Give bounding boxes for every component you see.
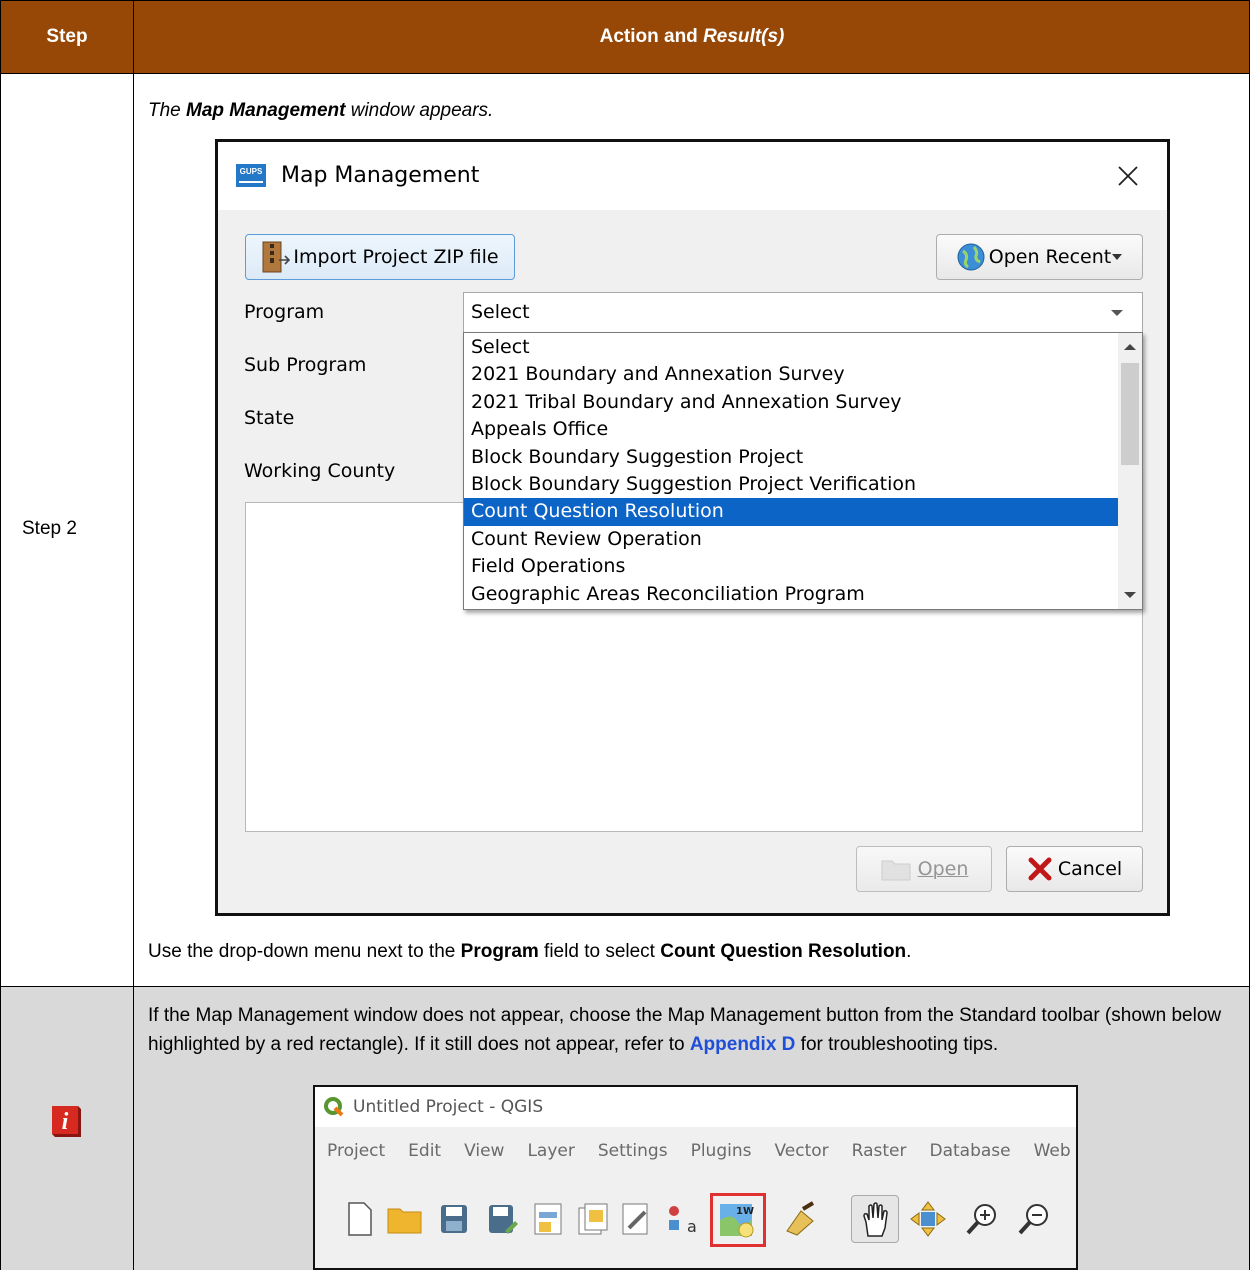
grid-line (0, 0, 1, 1270)
menu-edit[interactable]: Edit (408, 1141, 441, 1167)
sub-program-label: Sub Program (244, 354, 367, 376)
zip-archive-icon (262, 241, 291, 273)
step-instruction: Use the drop-down menu next to the Progr… (148, 941, 912, 962)
zoom-out-icon[interactable] (1017, 1201, 1053, 1237)
save-icon[interactable] (439, 1203, 469, 1235)
dropdown-option[interactable]: 2021 Boundary and Annexation Survey (464, 361, 1118, 388)
print-layout-icon[interactable] (533, 1202, 565, 1236)
header-step: Step (46, 25, 88, 47)
intro-window-name: Map Management (186, 100, 346, 121)
menu-database[interactable]: Database (929, 1141, 1010, 1167)
dropdown-scrollbar[interactable] (1118, 333, 1142, 609)
program-label: Program (244, 301, 325, 323)
dropdown-option-selected[interactable]: Count Question Resolution (464, 498, 1118, 526)
pan-to-selection-icon[interactable] (909, 1200, 947, 1238)
scroll-down-icon[interactable] (1123, 590, 1137, 600)
header-action: Action and (599, 25, 704, 47)
cancel-button[interactable]: Cancel (1006, 846, 1143, 892)
svg-text:i: i (62, 1109, 69, 1135)
open-recent-label: Open Recent (988, 246, 1112, 268)
info-icon: i (48, 1102, 82, 1138)
red-x-icon (1028, 857, 1052, 881)
dropdown-options: Select 2021 Boundary and Annexation Surv… (464, 334, 1118, 608)
program-select-value: Select (471, 301, 530, 323)
save-as-icon[interactable] (487, 1203, 519, 1235)
open-button-label: Open (917, 858, 969, 880)
program-dropdown-list[interactable]: Select 2021 Boundary and Annexation Surv… (463, 332, 1143, 610)
svg-text:1W: 1W (736, 1206, 754, 1217)
label-tool-icon[interactable]: a (665, 1202, 697, 1236)
menu-raster[interactable]: Raster (852, 1141, 907, 1167)
menu-layer[interactable]: Layer (527, 1141, 574, 1167)
step-label: Step 2 (22, 518, 77, 539)
open-folder-icon[interactable] (387, 1205, 423, 1235)
dialog-title-bar: GUPS Map Management (218, 142, 1167, 210)
dropdown-option[interactable]: Field Operations (464, 553, 1118, 580)
map-management-dialog: GUPS Map Management Import Project ZIP f… (215, 139, 1170, 916)
working-county-label: Working County (244, 460, 396, 482)
grid-line (133, 0, 134, 1270)
scrollbar-thumb[interactable] (1121, 363, 1139, 465)
import-zip-button[interactable]: Import Project ZIP file (245, 234, 515, 280)
gups-logo-icon: GUPS (236, 164, 266, 187)
qgis-toolbar: a 1W (315, 1189, 1076, 1251)
import-button-label: Import Project ZIP file (293, 246, 499, 268)
instruction-program: Program (460, 941, 539, 962)
menu-project[interactable]: Project (327, 1141, 385, 1167)
menu-plugins[interactable]: Plugins (691, 1141, 752, 1167)
open-recent-button[interactable]: Open Recent (936, 234, 1143, 280)
close-icon[interactable] (1116, 164, 1140, 188)
program-select[interactable]: Select (463, 292, 1143, 333)
qgis-window-snippet: Untitled Project - QGIS Project Edit Vie… (313, 1085, 1078, 1270)
globe-icon (957, 243, 985, 271)
paint-brush-icon[interactable] (783, 1201, 819, 1237)
chevron-down-icon (1111, 310, 1123, 316)
menu-settings[interactable]: Settings (598, 1141, 668, 1167)
zoom-in-icon[interactable] (965, 1201, 1001, 1237)
grid-line (0, 0, 1250, 1)
dropdown-option[interactable]: Select (464, 334, 1118, 361)
new-project-icon[interactable] (347, 1201, 373, 1237)
header-action-cell: Action and Result(s) (134, 0, 1250, 73)
layout-manager-icon[interactable] (577, 1202, 609, 1236)
svg-text:a: a (687, 1217, 697, 1236)
scroll-up-icon[interactable] (1123, 342, 1137, 352)
pan-tool-button[interactable] (851, 1195, 899, 1243)
header-step-cell: Step (0, 0, 134, 73)
menu-vector[interactable]: Vector (774, 1141, 828, 1167)
chevron-down-icon (1112, 254, 1123, 260)
header-result: Result(s) (703, 25, 785, 47)
hand-pan-icon (863, 1202, 888, 1237)
dropdown-option[interactable]: Appeals Office (464, 416, 1118, 443)
menu-view[interactable]: View (464, 1141, 504, 1167)
qgis-menu-bar: Project Edit View Layer Settings Plugins… (327, 1141, 1072, 1167)
step-intro: The Map Management window appears. (148, 100, 494, 121)
note-text: If the Map Management window does not ap… (148, 1005, 1222, 1055)
dropdown-option[interactable]: Block Boundary Suggestion Project Verifi… (464, 471, 1118, 498)
state-label: State (244, 407, 295, 429)
qgis-logo-icon (324, 1097, 344, 1117)
map-management-button[interactable]: 1W (710, 1193, 766, 1247)
folder-icon (881, 860, 911, 881)
dropdown-option[interactable]: Block Boundary Suggestion Project (464, 444, 1118, 471)
open-button[interactable]: Open (856, 846, 992, 892)
appendix-d-link[interactable]: Appendix D (690, 1034, 796, 1055)
qgis-window-title: Untitled Project - QGIS (353, 1097, 544, 1117)
grid-line (0, 986, 1250, 987)
dropdown-option[interactable]: Geographic Areas Reconciliation Program (464, 581, 1118, 608)
qgis-title-bar: Untitled Project - QGIS (315, 1087, 1076, 1127)
dropdown-option[interactable]: Count Review Operation (464, 526, 1118, 553)
instruction-value: Count Question Resolution (660, 941, 907, 962)
dialog-title: Map Management (281, 163, 480, 188)
cancel-button-label: Cancel (1057, 858, 1123, 880)
map-management-icon: 1W (720, 1204, 754, 1238)
dropdown-option[interactable]: 2021 Tribal Boundary and Annexation Surv… (464, 389, 1118, 416)
style-manager-icon[interactable] (621, 1202, 653, 1236)
grid-line (0, 73, 1250, 74)
menu-web[interactable]: Web (1034, 1141, 1071, 1167)
